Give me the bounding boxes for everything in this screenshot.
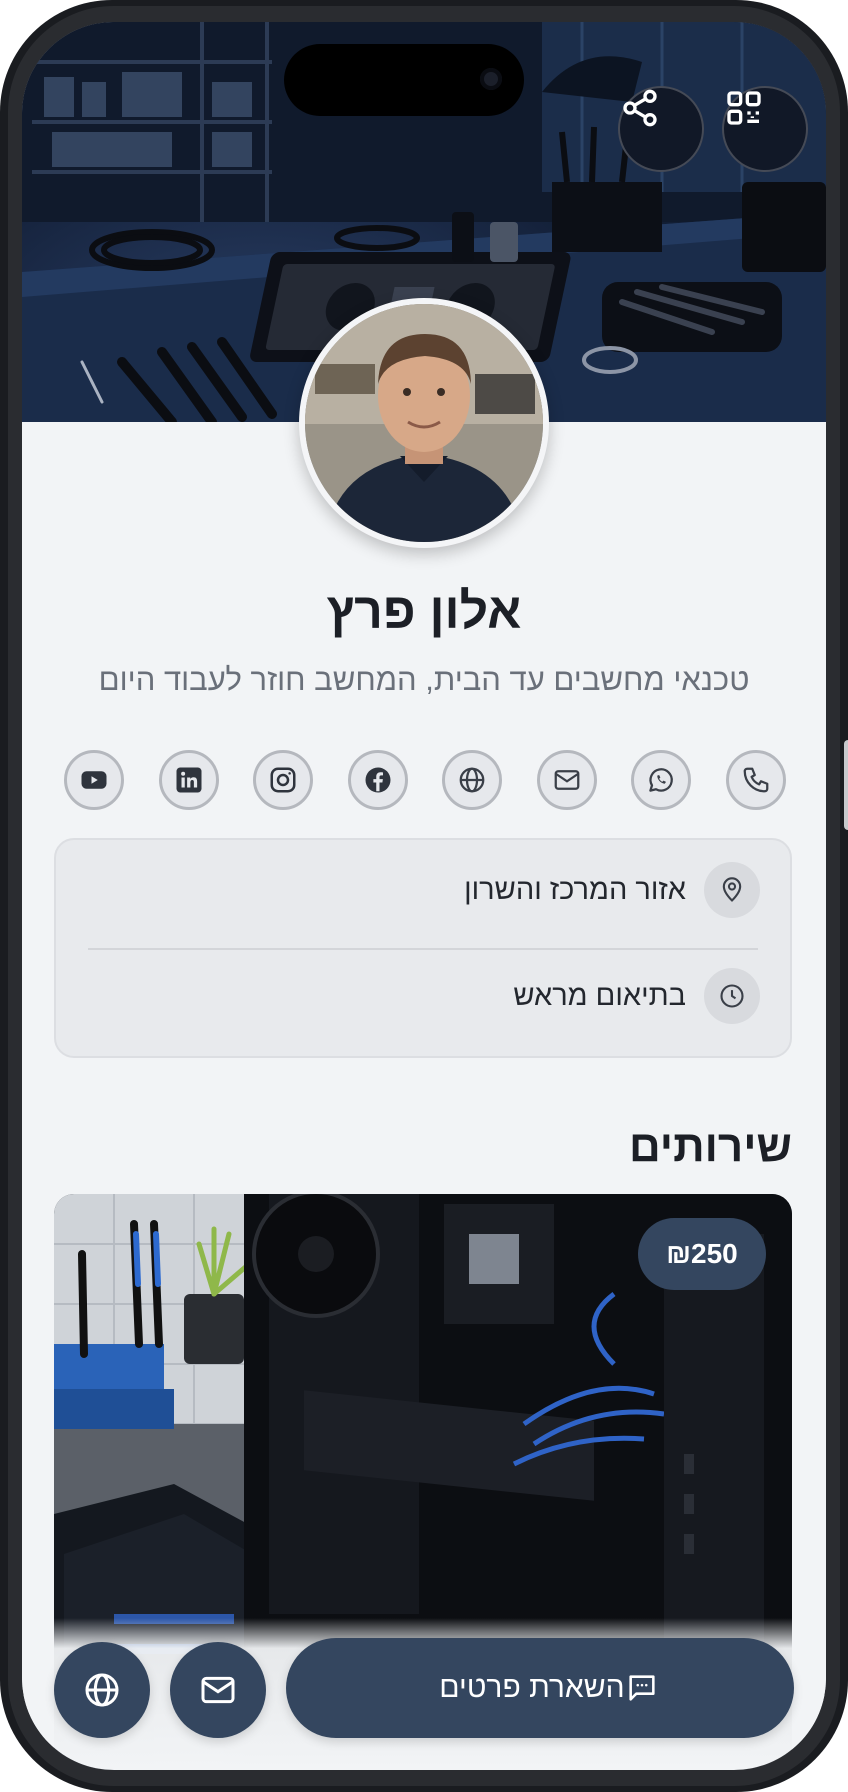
email-action-button[interactable] [170, 1642, 266, 1738]
qr-code-icon [727, 91, 761, 125]
phone-icon [743, 767, 769, 793]
email-button[interactable] [536, 750, 597, 810]
services-title: שירותים [628, 1122, 792, 1171]
share-button[interactable] [618, 86, 704, 172]
instagram-button[interactable] [253, 750, 314, 810]
mail-icon [554, 770, 580, 790]
share-icon [623, 89, 657, 127]
screen: אלון פרץ טכנאי מחשבים עד הבית, המחשב חוז… [22, 22, 826, 1770]
phone-button[interactable] [725, 750, 786, 810]
info-card: אזור המרכז והשרון בתיאום מראש [54, 838, 792, 1058]
facebook-button[interactable] [347, 750, 408, 810]
website-action-button[interactable] [54, 1642, 150, 1738]
leave-details-label: השארת פרטים [439, 1671, 625, 1704]
globe-icon [85, 1673, 119, 1707]
service-price-badge: ₪250 [638, 1218, 766, 1290]
clock-icon [704, 968, 760, 1024]
globe-icon [459, 767, 485, 793]
hours-text: בתיאום מראש [513, 979, 686, 1012]
location-text: אזור המרכז והשרון [464, 873, 686, 906]
youtube-button[interactable] [64, 750, 124, 810]
message-icon [629, 1675, 655, 1701]
facebook-icon [365, 767, 391, 793]
mail-icon [201, 1676, 235, 1704]
leave-details-button[interactable]: השארת פרטים [286, 1638, 794, 1738]
qr-code-button[interactable] [722, 86, 808, 172]
instagram-icon [270, 767, 296, 793]
whatsapp-button[interactable] [631, 750, 692, 810]
whatsapp-icon [649, 768, 674, 792]
website-button[interactable] [442, 750, 503, 810]
side-button [844, 740, 848, 830]
profile-name: אלון פרץ [326, 583, 522, 639]
profile-tagline: טכנאי מחשבים עד הבית, המחשב חוזר לעבוד ה… [98, 662, 750, 697]
dynamic-island [284, 44, 524, 116]
location-pin-icon [704, 862, 760, 918]
info-divider [88, 948, 758, 950]
linkedin-icon [176, 767, 202, 793]
phone-frame: אלון פרץ טכנאי מחשבים עד הבית, המחשב חוז… [0, 0, 848, 1792]
linkedin-button[interactable] [158, 750, 219, 810]
location-row: אזור המרכז והשרון [464, 860, 760, 920]
avatar [299, 298, 549, 548]
youtube-icon [81, 771, 107, 789]
social-links [64, 750, 786, 812]
hours-row: בתיאום מראש [513, 966, 760, 1026]
